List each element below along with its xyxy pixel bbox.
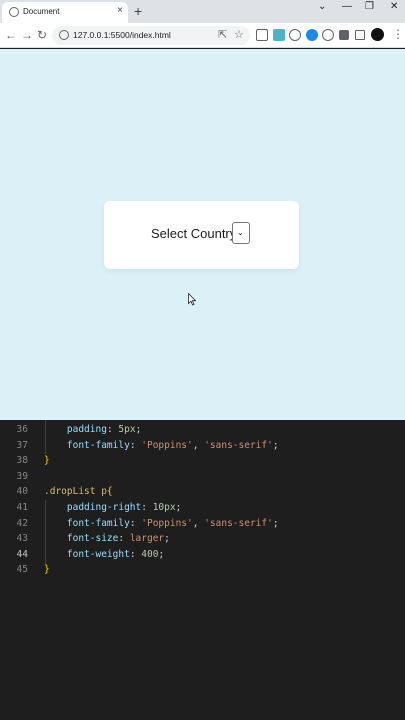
line-number: 41 bbox=[16, 502, 28, 513]
line-number: 40 bbox=[16, 486, 28, 498]
puzzle-icon[interactable] bbox=[339, 30, 349, 40]
line-number: 45 bbox=[16, 564, 28, 576]
code-text: font-size: larger; bbox=[66, 533, 170, 545]
address-bar-row: ← → ↻ 127.0.0.1:5500/index.html ⇱ ☆ ⋮ bbox=[0, 23, 405, 48]
tab-title: Document bbox=[23, 7, 60, 16]
globe-icon bbox=[9, 7, 19, 17]
code-line[interactable]: 36 padding: 5px; bbox=[0, 422, 405, 438]
line-number: 36 bbox=[16, 424, 28, 435]
code-text: font-family: 'Poppins', 'sans-serif'; bbox=[66, 439, 279, 451]
reload-icon[interactable]: ↻ bbox=[37, 28, 47, 42]
code-line[interactable]: 42 font-family: 'Poppins', 'sans-serif'; bbox=[0, 516, 405, 532]
code-line[interactable]: 40 .dropList p{ bbox=[0, 484, 405, 500]
code-line[interactable]: 43 font-size: larger; bbox=[0, 531, 405, 547]
tab-bar: Document × + ⌄ — ❐ ✕ bbox=[0, 0, 405, 23]
code-text: padding-right: 10px; bbox=[66, 502, 182, 513]
share-icon[interactable]: ⇱ bbox=[218, 28, 227, 41]
code-text: font-family: 'Poppins', 'sans-serif'; bbox=[66, 517, 279, 529]
extension-gear-icon[interactable] bbox=[322, 29, 334, 41]
line-number: 39 bbox=[16, 470, 28, 482]
select-country-label: Select Country: bbox=[151, 226, 240, 241]
extension-blue-icon[interactable] bbox=[306, 29, 318, 41]
chevron-down-icon: ⌄ bbox=[237, 228, 244, 237]
url-input[interactable]: 127.0.0.1:5500/index.html ⇱ ☆ bbox=[52, 26, 250, 45]
extension-shield-icon[interactable] bbox=[273, 29, 285, 41]
avatar[interactable] bbox=[371, 28, 384, 41]
code-line[interactable]: 44 font-weight: 400; bbox=[0, 547, 405, 563]
mouse-cursor-icon bbox=[188, 293, 196, 306]
maximize-button[interactable]: ❐ bbox=[365, 1, 374, 12]
tab-document[interactable]: Document × bbox=[2, 2, 128, 23]
sidepanel-icon[interactable] bbox=[355, 30, 365, 40]
close-window-button[interactable]: ✕ bbox=[390, 1, 398, 12]
menu-kebab-icon[interactable]: ⋮ bbox=[392, 27, 404, 41]
drop-list-card: Select Country: ⌄ bbox=[104, 201, 299, 269]
site-info-icon[interactable] bbox=[59, 30, 69, 40]
country-select[interactable]: ⌄ bbox=[232, 222, 250, 244]
star-icon[interactable]: ☆ bbox=[234, 28, 244, 41]
url-text: 127.0.0.1:5500/index.html bbox=[73, 30, 171, 40]
line-number: 37 bbox=[16, 439, 28, 451]
extension-document-icon[interactable] bbox=[256, 29, 268, 41]
minimize-button[interactable]: — bbox=[342, 1, 352, 12]
code-line[interactable]: 41 padding-right: 10px; bbox=[0, 500, 405, 516]
new-tab-button[interactable]: + bbox=[134, 3, 142, 19]
code-text: padding: 5px; bbox=[66, 424, 142, 435]
code-line[interactable]: 38} bbox=[0, 453, 405, 469]
back-arrow-icon[interactable]: ← bbox=[5, 28, 17, 42]
line-number: 42 bbox=[16, 517, 28, 529]
forward-arrow-icon[interactable]: → bbox=[21, 28, 33, 42]
code-editor[interactable]: 36 padding: 5px; 37 font-family: 'Poppins… bbox=[0, 420, 405, 720]
code-line[interactable]: 37 font-family: 'Poppins', 'sans-serif'; bbox=[0, 438, 405, 454]
code-text: .dropList p{ bbox=[44, 486, 113, 498]
code-text: } bbox=[44, 564, 50, 576]
line-number: 38 bbox=[16, 455, 28, 467]
code-text: } bbox=[44, 455, 50, 467]
code-line[interactable]: 45} bbox=[0, 562, 405, 578]
page-viewport: Select Country: ⌄ bbox=[0, 49, 405, 420]
line-number: 43 bbox=[16, 533, 28, 545]
extension-circle-icon[interactable] bbox=[289, 29, 301, 41]
close-tab-button[interactable]: × bbox=[117, 5, 123, 16]
code-line[interactable]: 39 bbox=[0, 469, 405, 485]
line-number: 44 bbox=[16, 548, 28, 560]
chevron-down-icon[interactable]: ⌄ bbox=[318, 1, 326, 12]
code-text: font-weight: 400; bbox=[66, 548, 165, 560]
